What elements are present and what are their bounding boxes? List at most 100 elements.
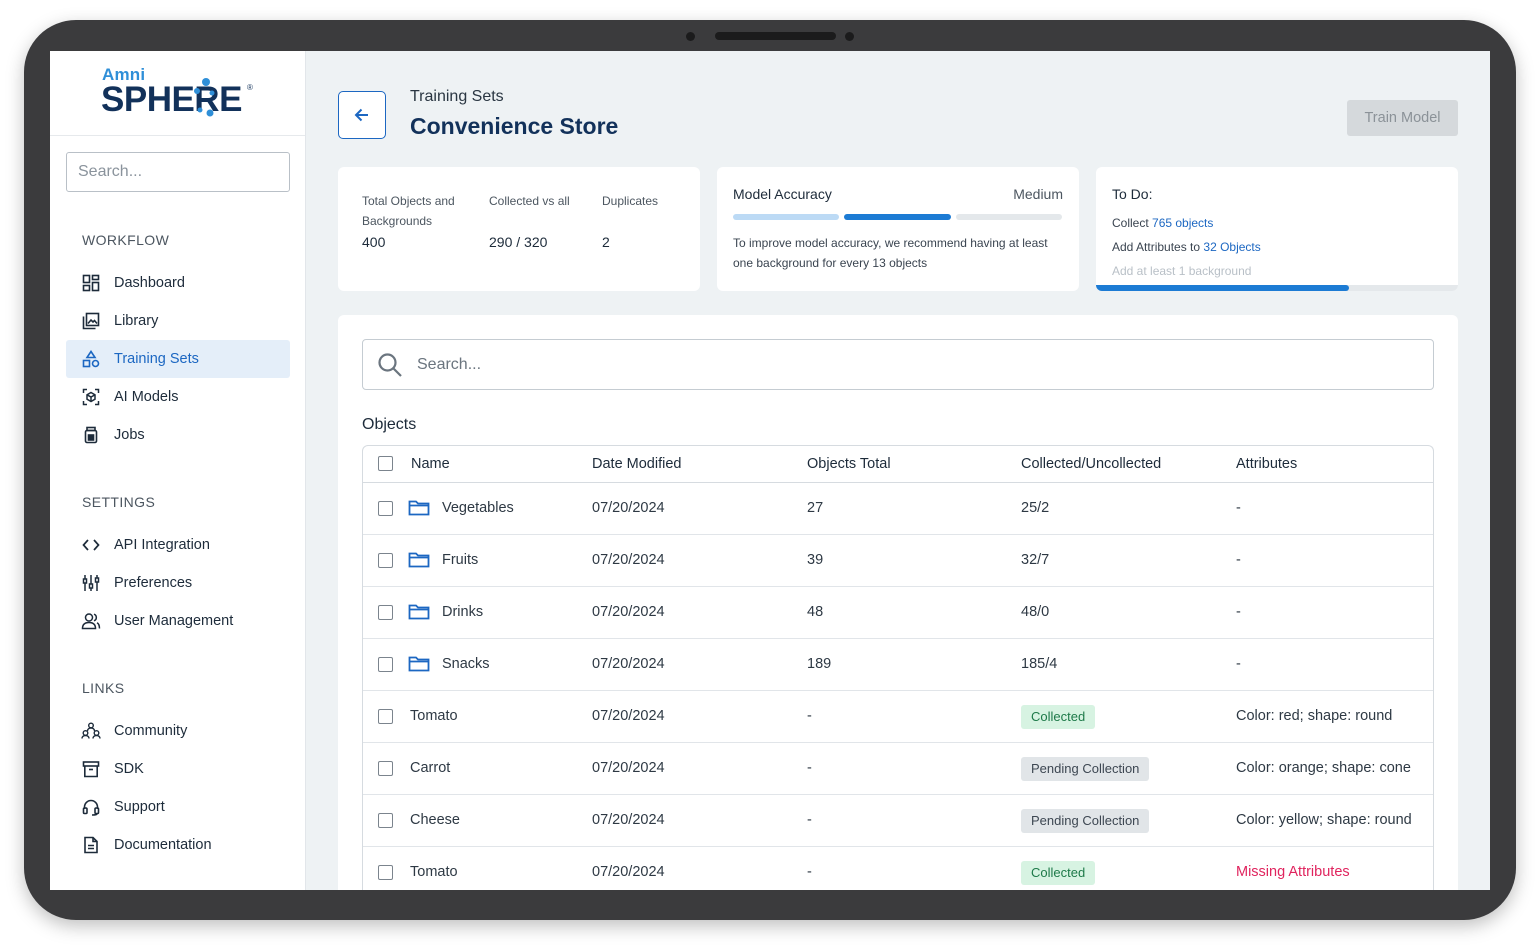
back-button[interactable] bbox=[338, 91, 386, 139]
row-name[interactable]: Drinks bbox=[442, 604, 483, 620]
arrow-left-icon bbox=[354, 108, 368, 122]
column-header-attributes[interactable]: Attributes bbox=[1236, 456, 1297, 472]
sidebar-item-dashboard[interactable]: Dashboard bbox=[66, 264, 290, 302]
row-attributes: Color: red; shape: round bbox=[1236, 708, 1393, 724]
search-icon bbox=[378, 353, 402, 377]
column-header-total[interactable]: Objects Total bbox=[807, 456, 891, 472]
stat-collected-label: Collected vs all bbox=[489, 194, 570, 208]
row-checkbox[interactable] bbox=[378, 709, 393, 724]
status-badge: Collected bbox=[1021, 861, 1096, 885]
table-row[interactable]: Drinks 07/20/2024 48 48/0 - bbox=[363, 587, 1433, 639]
row-collected: 32/7 bbox=[1021, 552, 1050, 568]
page-title: Convenience Store bbox=[410, 113, 619, 139]
sidebar-item-community[interactable]: Community bbox=[66, 712, 290, 750]
objects-table: Name Date Modified Objects Total Collect… bbox=[362, 445, 1434, 890]
row-checkbox[interactable] bbox=[378, 501, 393, 516]
sidebar-item-training-sets[interactable]: Training Sets bbox=[66, 340, 290, 378]
row-checkbox[interactable] bbox=[378, 813, 393, 828]
train-model-button[interactable]: Train Model bbox=[1347, 100, 1458, 136]
headset-icon bbox=[81, 797, 101, 817]
sidebar-item-label: Preferences bbox=[114, 575, 193, 591]
breadcrumb[interactable]: Training Sets bbox=[410, 88, 504, 106]
document-icon bbox=[81, 835, 101, 855]
row-date: 07/20/2024 bbox=[592, 552, 665, 568]
row-total: - bbox=[807, 812, 812, 828]
todo-collect-link[interactable]: 765 objects bbox=[1152, 216, 1213, 230]
sidebar-item-jobs[interactable]: Jobs bbox=[66, 416, 290, 454]
table-row[interactable]: Cheese 07/20/2024 - Pending Collection Color… bbox=[363, 795, 1433, 847]
row-name[interactable]: Snacks bbox=[442, 656, 490, 672]
accuracy-segment-2 bbox=[844, 214, 951, 220]
table-row[interactable]: Fruits 07/20/2024 39 32/7 - bbox=[363, 535, 1433, 587]
column-header-name[interactable]: Name bbox=[411, 456, 450, 472]
camera-dot-right bbox=[845, 32, 854, 41]
row-name[interactable]: Vegetables bbox=[442, 500, 514, 516]
folder-icon bbox=[408, 604, 430, 620]
community-icon bbox=[81, 721, 101, 741]
logo[interactable]: Amni SPHERE ® bbox=[50, 51, 305, 136]
sidebar-item-label: Documentation bbox=[114, 837, 212, 853]
todo-background: Add at least 1 background bbox=[1112, 264, 1252, 278]
library-icon bbox=[81, 311, 101, 331]
section-title-settings: SETTINGS bbox=[82, 494, 156, 510]
table-row[interactable]: Carrot 07/20/2024 - Pending Collection Color… bbox=[363, 743, 1433, 795]
sidebar-item-support[interactable]: Support bbox=[66, 788, 290, 826]
row-name[interactable]: Carrot bbox=[410, 760, 450, 776]
table-row[interactable]: Tomato 07/20/2024 - Collected Missing Attrib… bbox=[363, 847, 1433, 890]
row-checkbox[interactable] bbox=[378, 865, 393, 880]
row-checkbox[interactable] bbox=[378, 761, 393, 776]
sidebar-item-api-integration[interactable]: API Integration bbox=[66, 526, 290, 564]
table-row[interactable]: Vegetables 07/20/2024 27 25/2 - bbox=[363, 483, 1433, 535]
section-title-links: LINKS bbox=[82, 680, 125, 696]
row-attributes: - bbox=[1236, 500, 1241, 516]
row-total: 48 bbox=[807, 604, 824, 620]
sidebar-item-documentation[interactable]: Documentation bbox=[66, 826, 290, 864]
todo-attributes-link[interactable]: 32 Objects bbox=[1203, 240, 1260, 254]
row-checkbox[interactable] bbox=[378, 553, 393, 568]
folder-icon bbox=[408, 500, 430, 516]
stat-total-label: Total Objects and Backgrounds bbox=[362, 194, 455, 228]
todo-collect: Collect 765 objects bbox=[1112, 216, 1213, 230]
sidebar-item-preferences[interactable]: Preferences bbox=[66, 564, 290, 602]
code-icon bbox=[81, 535, 101, 555]
column-header-date[interactable]: Date Modified bbox=[592, 456, 681, 472]
sidebar-item-label: Dashboard bbox=[114, 275, 185, 291]
row-checkbox[interactable] bbox=[378, 657, 393, 672]
hourglass-icon bbox=[81, 425, 101, 445]
select-all-checkbox[interactable] bbox=[378, 456, 393, 471]
row-checkbox[interactable] bbox=[378, 605, 393, 620]
accuracy-segment-3 bbox=[956, 214, 1062, 220]
objects-search[interactable] bbox=[362, 339, 1434, 390]
table-row[interactable]: Snacks 07/20/2024 189 185/4 - bbox=[363, 639, 1433, 691]
row-date: 07/20/2024 bbox=[592, 604, 665, 620]
sidebar-item-ai-models[interactable]: AI Models bbox=[66, 378, 290, 416]
todo-progress-fill bbox=[1096, 285, 1350, 291]
sidebar-item-user-management[interactable]: User Management bbox=[66, 602, 290, 640]
row-name[interactable]: Fruits bbox=[442, 552, 478, 568]
sidebar-item-label: Library bbox=[114, 313, 159, 329]
row-attributes: - bbox=[1236, 604, 1241, 620]
sidebar-item-label: Training Sets bbox=[114, 351, 199, 367]
logo-dots-icon bbox=[194, 78, 215, 117]
row-total: 39 bbox=[807, 552, 824, 568]
model-accuracy-card: Model Accuracy Medium To improve model a… bbox=[717, 167, 1079, 291]
sidebar-search-input[interactable] bbox=[66, 152, 290, 192]
row-name[interactable]: Cheese bbox=[410, 812, 460, 828]
row-name[interactable]: Tomato bbox=[410, 708, 458, 724]
todo-attributes: Add Attributes to 32 Objects bbox=[1112, 240, 1261, 254]
stat-duplicates-value: 2 bbox=[602, 234, 610, 250]
objects-search-input[interactable] bbox=[417, 340, 1417, 389]
shapes-icon bbox=[81, 349, 101, 369]
logo-sphere: SPHERE bbox=[101, 80, 242, 119]
folder-icon bbox=[408, 656, 430, 672]
sidebar: Amni SPHERE ® WORKFLOW Dashboard Librar bbox=[50, 51, 306, 890]
sidebar-item-library[interactable]: Library bbox=[66, 302, 290, 340]
sidebar-item-sdk[interactable]: SDK bbox=[66, 750, 290, 788]
row-total: 27 bbox=[807, 500, 824, 516]
sidebar-item-label: Jobs bbox=[114, 427, 145, 443]
column-header-collected[interactable]: Collected/Uncollected bbox=[1021, 456, 1161, 472]
row-date: 07/20/2024 bbox=[592, 500, 665, 516]
table-row[interactable]: Tomato 07/20/2024 - Collected Color: red; sh… bbox=[363, 691, 1433, 743]
row-name[interactable]: Tomato bbox=[410, 864, 458, 880]
row-collected: 185/4 bbox=[1021, 656, 1058, 672]
